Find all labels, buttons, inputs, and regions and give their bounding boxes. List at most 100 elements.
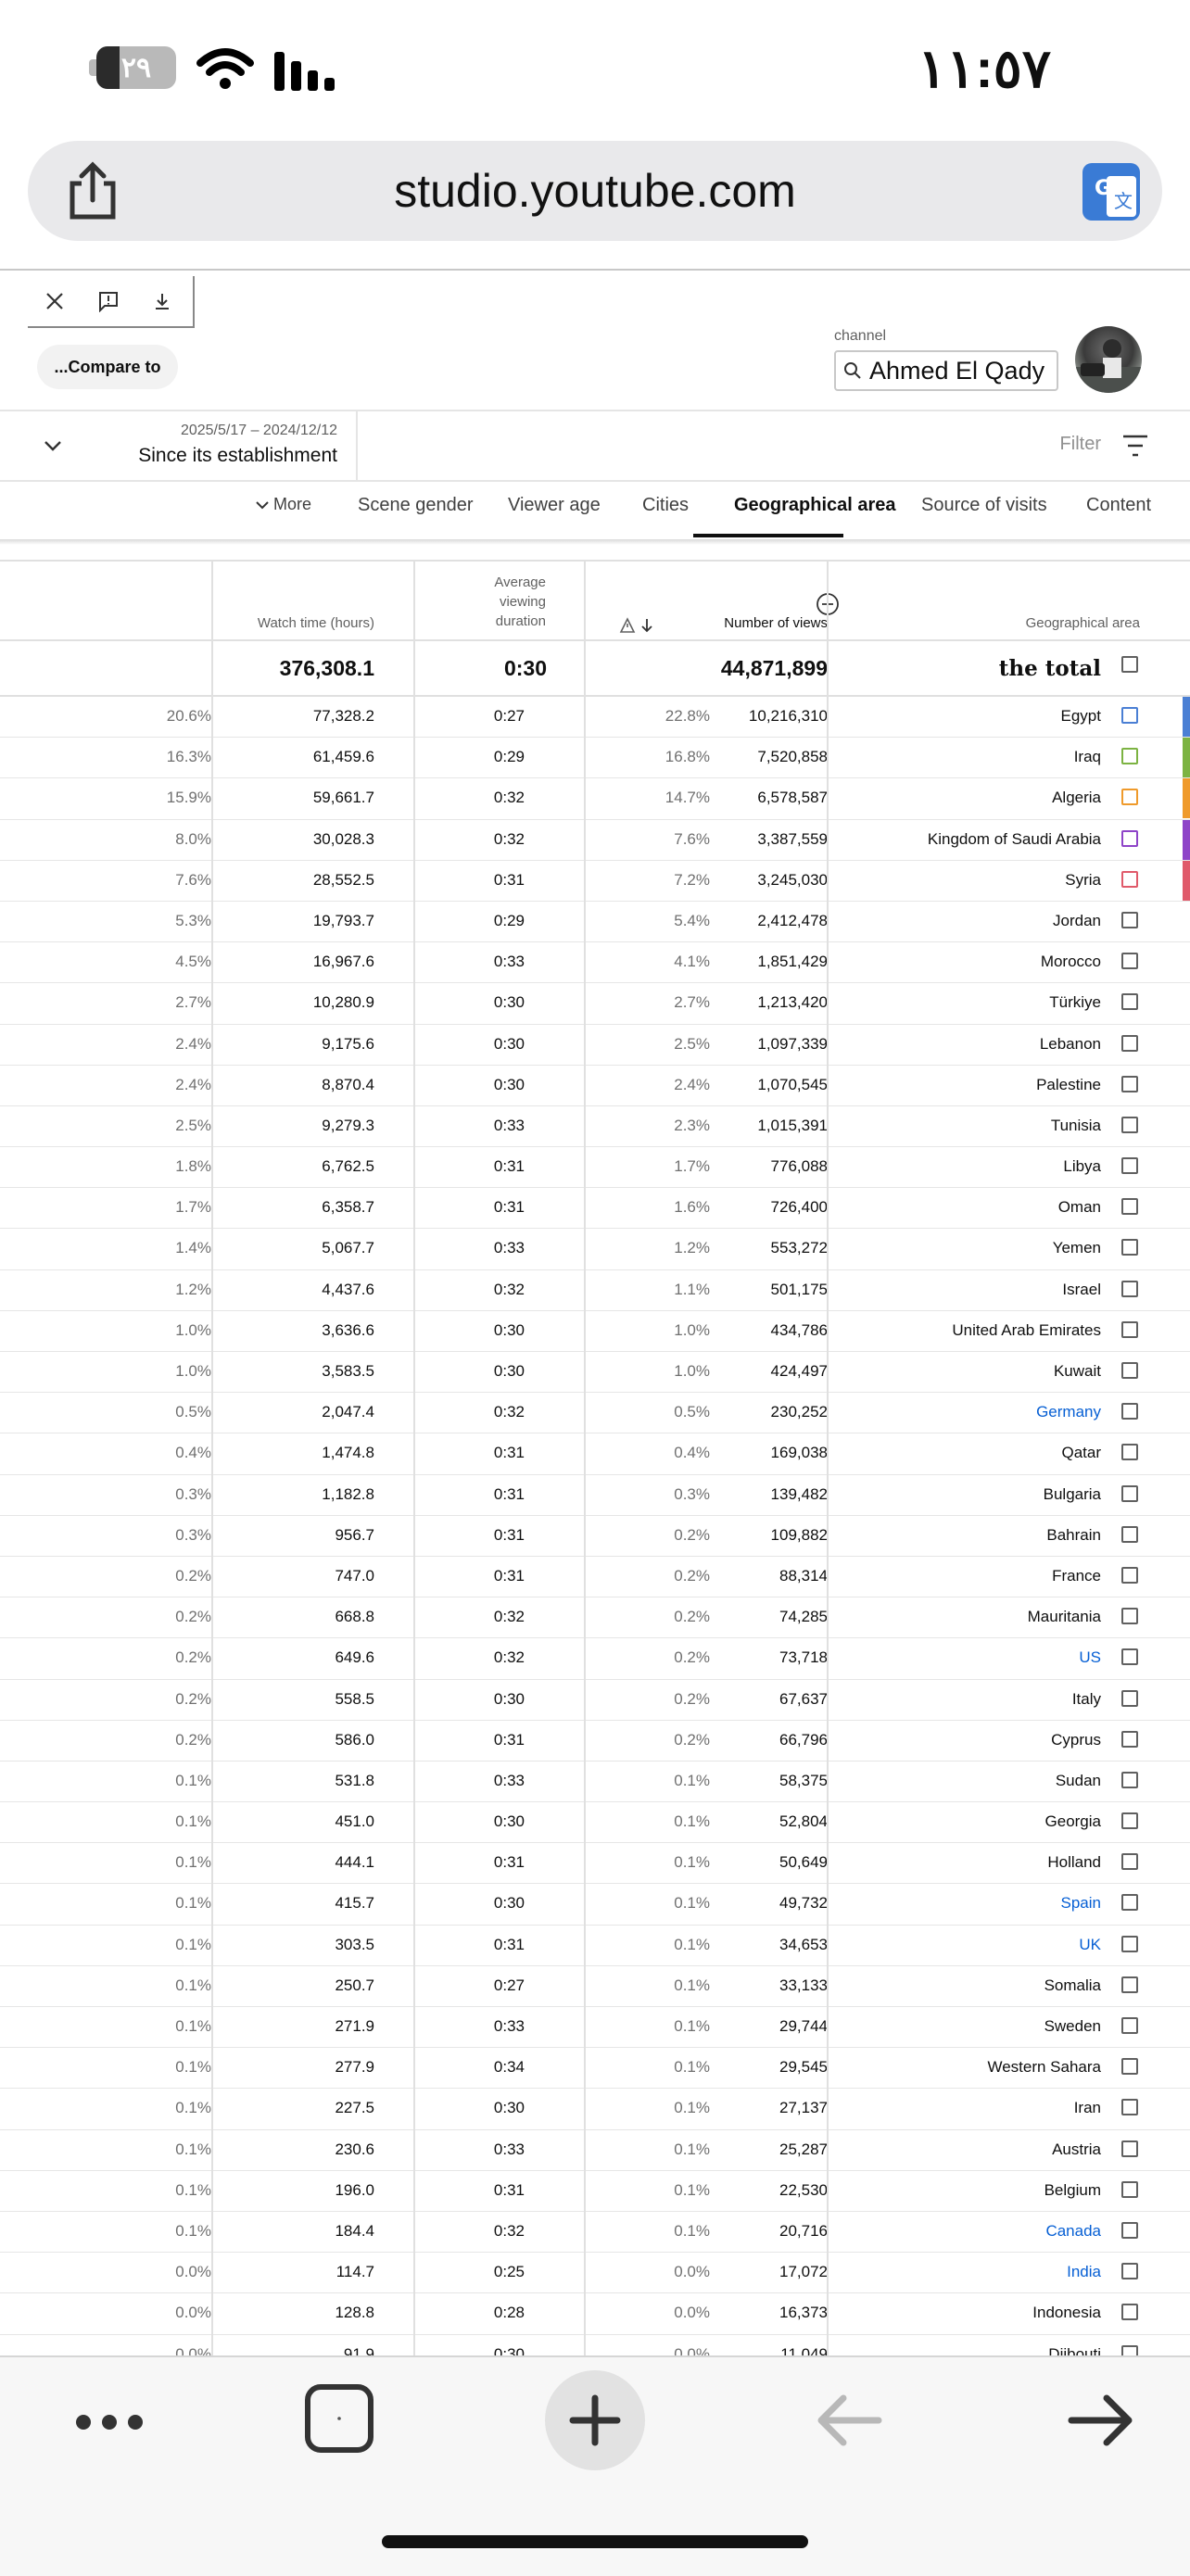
table-row[interactable]: 1.0% 3,636.6 0:30 1.0% 434,786 United Arab Em… (0, 1311, 1190, 1352)
table-row[interactable]: 2.5% 9,279.3 0:33 2.3% 1,015,391 Tunisia (0, 1106, 1190, 1148)
total-checkbox[interactable] (1121, 656, 1138, 673)
row-checkbox[interactable] (1121, 1198, 1138, 1216)
column-watch-time[interactable]: Watch time (hours) (258, 615, 374, 631)
country-name[interactable]: Germany (1036, 1403, 1101, 1421)
row-checkbox[interactable] (1121, 1362, 1138, 1379)
table-row[interactable]: 0.2% 668.8 0:32 0.2% 74,285 Mauritania (0, 1597, 1190, 1639)
filter-label[interactable]: Filter (1060, 434, 1101, 455)
new-tab-button[interactable] (545, 2370, 645, 2470)
row-checkbox[interactable] (1121, 1075, 1138, 1092)
column-views[interactable]: Number of views (724, 615, 828, 631)
row-checkbox[interactable] (1121, 789, 1138, 806)
forward-arrow-icon[interactable] (1066, 2391, 1136, 2450)
table-row[interactable]: 0.2% 747.0 0:31 0.2% 88,314 France (0, 1557, 1190, 1598)
address-bar[interactable]: studio.youtube.com G 文 (28, 141, 1162, 241)
table-row[interactable]: 1.0% 3,583.5 0:30 1.0% 424,497 Kuwait (0, 1352, 1190, 1394)
close-icon[interactable] (28, 276, 82, 326)
country-name[interactable]: Spain (1061, 1894, 1101, 1913)
country-name[interactable]: UK (1079, 1936, 1101, 1954)
row-checkbox[interactable] (1121, 2263, 1138, 2280)
tab-scene-gender[interactable]: Scene gender (358, 495, 474, 516)
row-checkbox[interactable] (1121, 748, 1138, 765)
sort-descending-icon[interactable] (619, 617, 656, 634)
tab-cities[interactable]: Cities (642, 495, 689, 516)
row-checkbox[interactable] (1121, 1403, 1138, 1421)
row-checkbox[interactable] (1121, 2140, 1138, 2157)
row-checkbox[interactable] (1121, 2058, 1138, 2076)
table-row[interactable]: 0.1% 271.9 0:33 0.1% 29,744 Sweden (0, 2007, 1190, 2049)
table-row[interactable]: 5.3% 19,793.7 0:29 5.4% 2,412,478 Jordan (0, 902, 1190, 943)
row-checkbox[interactable] (1121, 1935, 1138, 1952)
row-checkbox[interactable] (1121, 1280, 1138, 1297)
date-range-selector[interactable]: 2025/5/17 – 2024/12/12 Since its establi… (0, 411, 1190, 480)
row-checkbox[interactable] (1121, 1853, 1138, 1871)
more-options-icon[interactable] (74, 2413, 145, 2431)
row-checkbox[interactable] (1121, 1239, 1138, 1256)
country-name[interactable]: Canada (1045, 2222, 1101, 2241)
row-checkbox[interactable] (1121, 870, 1138, 888)
table-row[interactable]: 0.0% 128.8 0:28 0.0% 16,373 Indonesia (0, 2293, 1190, 2335)
row-checkbox[interactable] (1121, 829, 1138, 847)
table-row[interactable]: 2.4% 9,175.6 0:30 2.5% 1,097,339 Lebanon (0, 1025, 1190, 1066)
row-checkbox[interactable] (1121, 2221, 1138, 2239)
row-checkbox[interactable] (1121, 2180, 1138, 2198)
country-name[interactable]: India (1067, 2263, 1101, 2281)
row-checkbox[interactable] (1121, 1525, 1138, 1543)
row-checkbox[interactable] (1121, 1730, 1138, 1748)
table-row[interactable]: 8.0% 30,028.3 0:32 7.6% 3,387,559 Kingdom of … (0, 819, 1190, 861)
table-row[interactable]: 0.1% 230.6 0:33 0.1% 25,287 Austria (0, 2130, 1190, 2171)
tab-geographical-area[interactable]: Geographical area (734, 495, 896, 516)
row-checkbox[interactable] (1121, 1771, 1138, 1788)
tab-more[interactable]: More (256, 495, 311, 514)
row-checkbox[interactable] (1121, 953, 1138, 970)
row-checkbox[interactable] (1121, 1320, 1138, 1338)
tab-content[interactable]: Content (1086, 495, 1151, 516)
table-row[interactable]: 0.1% 250.7 0:27 0.1% 33,133 Somalia (0, 1966, 1190, 2007)
table-row[interactable]: 0.1% 531.8 0:33 0.1% 58,375 Sudan (0, 1762, 1190, 1803)
row-checkbox[interactable] (1121, 1812, 1138, 1830)
table-row[interactable]: 0.4% 1,474.8 0:31 0.4% 169,038 Qatar (0, 1433, 1190, 1475)
row-checkbox[interactable] (1121, 1608, 1138, 1625)
row-checkbox[interactable] (1121, 1689, 1138, 1707)
translate-icon[interactable]: G 文 (1082, 163, 1140, 221)
table-row[interactable]: 1.2% 4,437.6 0:32 1.1% 501,175 Israel (0, 1270, 1190, 1311)
row-checkbox[interactable] (1121, 1566, 1138, 1584)
tab-source-of-visits[interactable]: Source of visits (921, 495, 1047, 516)
row-checkbox[interactable] (1121, 2017, 1138, 2034)
table-row[interactable]: 0.2% 649.6 0:32 0.2% 73,718 US (0, 1638, 1190, 1680)
table-row[interactable]: 1.7% 6,358.7 0:31 1.6% 726,400 Oman (0, 1188, 1190, 1230)
chevron-down-icon[interactable] (39, 432, 67, 460)
table-row[interactable]: 0.5% 2,047.4 0:32 0.5% 230,252 Germany (0, 1393, 1190, 1434)
row-checkbox[interactable] (1121, 1034, 1138, 1052)
table-row[interactable]: 4.5% 16,967.6 0:33 4.1% 1,851,429 Morocco (0, 942, 1190, 984)
row-checkbox[interactable] (1121, 1894, 1138, 1912)
table-row[interactable]: 0.1% 277.9 0:34 0.1% 29,545 Western Sahara (0, 2048, 1190, 2090)
table-row[interactable]: 15.9% 59,661.7 0:32 14.7% 6,578,587 Algeria (0, 778, 1190, 820)
tabs-icon[interactable] (304, 2383, 374, 2454)
table-row[interactable]: 0.1% 451.0 0:30 0.1% 52,804 Georgia (0, 1802, 1190, 1844)
table-row[interactable]: 0.2% 586.0 0:31 0.2% 66,796 Cyprus (0, 1721, 1190, 1762)
row-checkbox[interactable] (1121, 911, 1138, 928)
row-checkbox[interactable] (1121, 707, 1138, 724)
table-row[interactable]: 1.4% 5,067.7 0:33 1.2% 553,272 Yemen (0, 1229, 1190, 1270)
row-checkbox[interactable] (1121, 1976, 1138, 1993)
row-checkbox[interactable] (1121, 1648, 1138, 1666)
download-icon[interactable] (135, 276, 189, 326)
country-name[interactable]: US (1079, 1648, 1101, 1667)
table-row[interactable]: 0.1% 196.0 0:31 0.1% 22,530 Belgium (0, 2171, 1190, 2212)
table-row[interactable]: 2.4% 8,870.4 0:30 2.4% 1,070,545 Palestine (0, 1066, 1190, 1106)
url-text[interactable]: studio.youtube.com (28, 141, 1162, 241)
table-row[interactable]: 0.1% 415.7 0:30 0.1% 49,732 Spain (0, 1884, 1190, 1926)
table-row[interactable]: 0.2% 558.5 0:30 0.2% 67,637 Italy (0, 1680, 1190, 1721)
feedback-icon[interactable] (82, 276, 135, 326)
channel-avatar[interactable] (1075, 326, 1142, 393)
filter-icon[interactable] (1121, 434, 1149, 458)
channel-search-input[interactable]: Ahmed El Qady (834, 350, 1058, 391)
back-arrow-icon[interactable] (814, 2391, 884, 2450)
table-row[interactable]: 16.3% 61,459.6 0:29 16.8% 7,520,858 Iraq (0, 738, 1190, 779)
table-row[interactable]: 1.8% 6,762.5 0:31 1.7% 776,088 Libya (0, 1147, 1190, 1189)
table-row[interactable]: 0.0% 114.7 0:25 0.0% 17,072 India (0, 2253, 1190, 2294)
compare-button[interactable]: ...Compare to (37, 345, 178, 389)
table-row[interactable]: 0.3% 1,182.8 0:31 0.3% 139,482 Bulgaria (0, 1475, 1190, 1516)
tab-viewer-age[interactable]: Viewer age (508, 495, 601, 516)
